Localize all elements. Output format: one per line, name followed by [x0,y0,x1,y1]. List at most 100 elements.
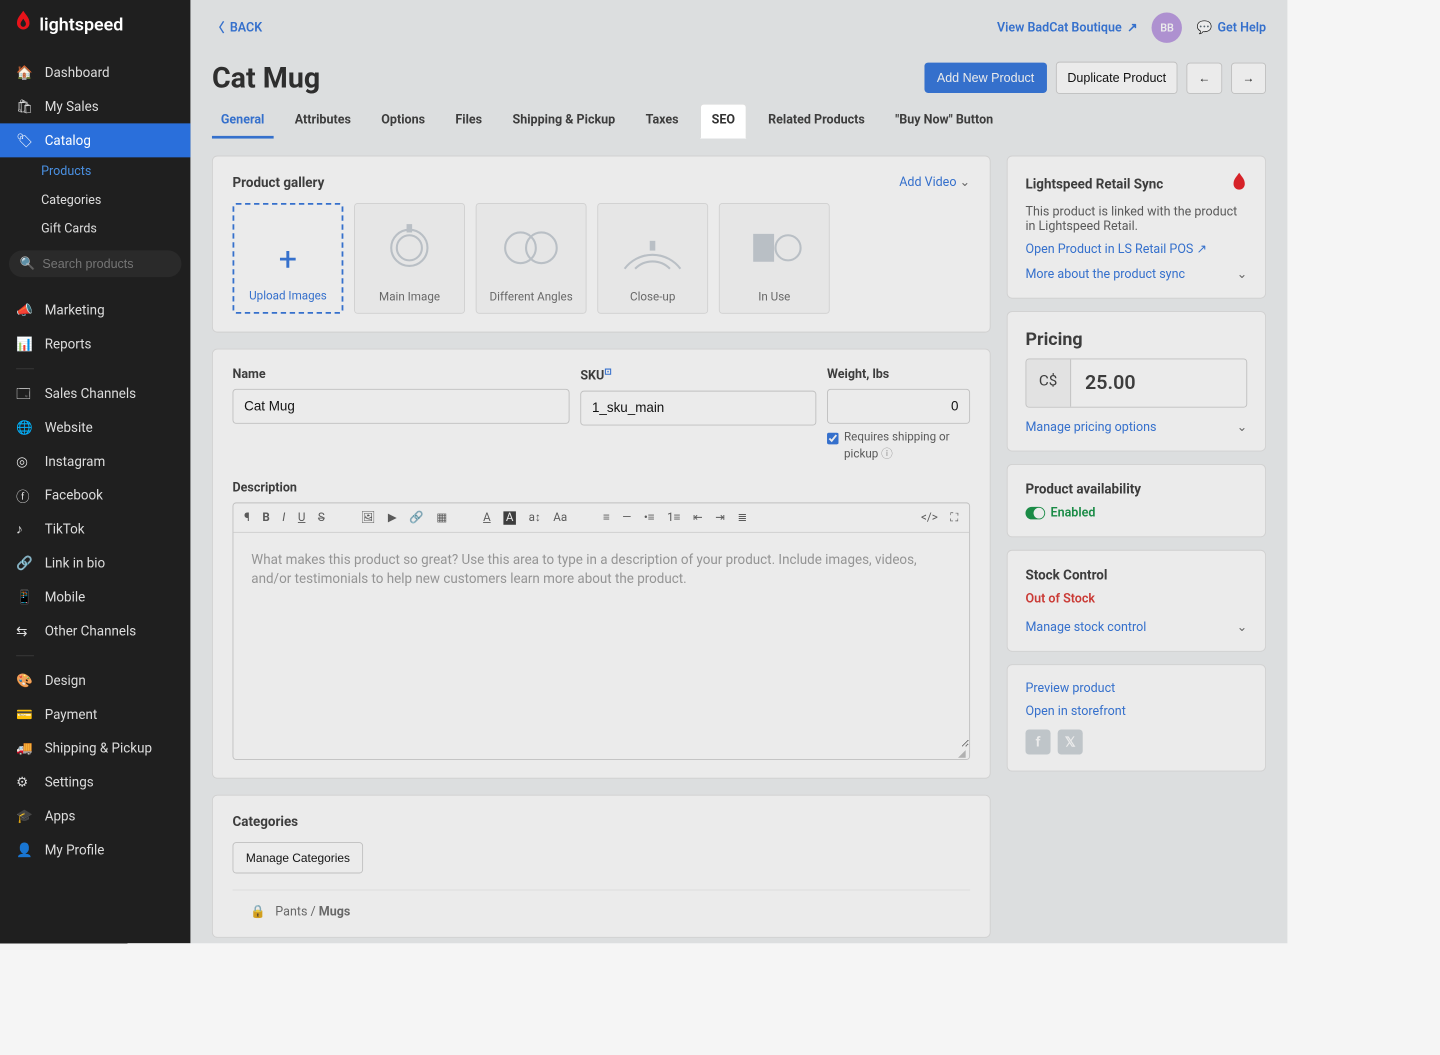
open-ls-retail-link[interactable]: Open Product in LS Retail POS ↗ [1025,242,1247,256]
ol-icon[interactable]: 1≡ [667,510,680,524]
nav-payment[interactable]: 💳Payment [0,697,190,731]
categories-title: Categories [232,814,970,830]
back-link[interactable]: 〈 BACK [212,19,262,37]
tab-taxes[interactable]: Taxes [637,104,688,139]
view-store-link[interactable]: View BadCat Boutique ↗ [997,21,1138,35]
prev-product-button[interactable]: ← [1187,62,1222,93]
more-sync-link[interactable]: More about the product sync [1025,267,1185,281]
nav-facebook[interactable]: ⓕFacebook [0,478,190,512]
tiktok-icon: ♪ [16,521,32,537]
search-box[interactable]: 🔍 [9,250,182,277]
search-input[interactable] [42,257,170,271]
nav-sub-products[interactable]: Products [41,157,190,186]
tabs: General Attributes Options Files Shippin… [212,104,1266,140]
nav-design[interactable]: 🎨Design [0,663,190,697]
user-icon: 👤 [16,842,32,858]
tab-attributes[interactable]: Attributes [286,104,360,139]
nav-marketing[interactable]: 📣Marketing [0,293,190,327]
add-video-link[interactable]: Add Video ⌄ [899,175,970,189]
tab-files[interactable]: Files [446,104,491,139]
tab-buynow[interactable]: "Buy Now" Button [886,104,1002,139]
tab-seo[interactable]: SEO [700,104,747,139]
availability-status[interactable]: Enabled [1025,506,1247,520]
indent-icon[interactable]: ⇥ [715,511,725,524]
outdent-icon[interactable]: ⇤ [693,511,703,524]
underline-icon[interactable]: U [298,511,306,524]
flame-icon [14,11,32,38]
nav-saleschannels[interactable]: 🗔Sales Channels [0,376,190,410]
paragraph-icon[interactable]: ¶ [244,511,250,524]
instagram-icon: ◎ [16,453,32,469]
share-facebook-icon[interactable]: f [1025,730,1050,755]
table-icon[interactable]: ▦ [436,511,447,524]
gallery-placeholder-angles: Different Angles [476,203,587,314]
nav-catalog[interactable]: 🏷Catalog [0,123,190,157]
gear-icon: ⚙ [16,774,32,790]
link-tool-icon[interactable]: 🔗 [409,511,423,524]
truck-icon: 🚚 [16,740,32,756]
nav-mysales[interactable]: 🛍My Sales [0,89,190,123]
duplicate-product-button[interactable]: Duplicate Product [1056,62,1178,94]
nav-settings[interactable]: ⚙Settings [0,765,190,799]
upload-images-tile[interactable]: + Upload Images [232,203,343,314]
nav-reports[interactable]: 📊Reports [0,327,190,361]
align-icon[interactable]: ≡ [603,510,610,524]
preview-product-link[interactable]: Preview product [1025,681,1247,695]
tab-shipping[interactable]: Shipping & Pickup [504,104,625,139]
chevron-down-icon[interactable]: ⌄ [1237,420,1247,434]
gallery-placeholder-inuse: In Use [719,203,830,314]
code-icon[interactable]: </> [921,511,938,524]
product-gallery-panel: Product gallery Add Video ⌄ + Upload Ima… [212,156,991,333]
next-product-button[interactable]: → [1231,62,1266,93]
justify-icon[interactable]: ≣ [737,511,747,524]
editor-body[interactable]: What makes this product so great? Use th… [233,533,969,748]
sku-input[interactable] [580,390,816,425]
gallery-placeholder-closeup: Close-up [597,203,708,314]
manage-stock-link[interactable]: Manage stock control [1025,620,1146,634]
tab-options[interactable]: Options [372,104,434,139]
add-new-product-button[interactable]: Add New Product [924,63,1046,93]
name-input[interactable] [232,389,569,424]
textcolor-icon[interactable]: A [483,511,491,524]
bgcolor-icon[interactable]: A [503,511,516,524]
fullscreen-icon[interactable]: ⛶ [950,511,958,524]
nav-website[interactable]: 🌐Website [0,410,190,444]
tab-related[interactable]: Related Products [759,104,874,139]
requires-shipping-checkbox[interactable] [827,433,839,445]
video-icon[interactable]: ▶ [388,511,397,524]
nav-sub-giftcards[interactable]: Gift Cards [41,215,190,244]
ul-icon[interactable]: •≡ [644,510,655,524]
nav-shipping[interactable]: 🚚Shipping & Pickup [0,731,190,765]
hr-icon[interactable]: — [622,511,631,524]
nav-otherchannels[interactable]: ⇆Other Channels [0,614,190,648]
nav-tiktok[interactable]: ♪TikTok [0,512,190,546]
nav-linkinbio[interactable]: 🔗Link in bio [0,546,190,580]
chevron-down-icon[interactable]: ⌄ [1237,620,1247,634]
weight-input[interactable] [827,389,970,424]
get-help-link[interactable]: 💬 Get Help [1196,21,1265,35]
open-storefront-link[interactable]: Open in storefront [1025,704,1247,718]
tab-general[interactable]: General [212,104,273,139]
manage-pricing-link[interactable]: Manage pricing options [1025,420,1156,434]
avatar[interactable]: BB [1152,13,1182,43]
nav-apps[interactable]: 🎓Apps [0,799,190,833]
image-icon[interactable]: 🖼 [361,511,376,524]
case-icon[interactable]: Aa [553,511,567,524]
bold-icon[interactable]: B [262,511,269,524]
nav-sub-categories[interactable]: Categories [41,186,190,215]
nav-myprofile[interactable]: 👤My Profile [0,833,190,867]
manage-categories-button[interactable]: Manage Categories [232,842,363,873]
nav-dashboard[interactable]: 🏠Dashboard [0,55,190,89]
share-twitter-icon[interactable]: 𝕏 [1058,730,1083,755]
name-field: Name [232,367,569,461]
chevron-down-icon[interactable]: ⌄ [1237,267,1247,281]
price-value[interactable]: 25.00 [1071,359,1247,406]
strike-icon[interactable]: S [318,511,325,524]
toggle-icon[interactable] [1025,507,1045,520]
fontsize-icon[interactable]: a↕ [529,510,541,524]
nav-instagram[interactable]: ◎Instagram [0,444,190,478]
italic-icon[interactable]: I [282,511,285,524]
retail-sync-panel: Lightspeed Retail Sync This product is l… [1007,156,1266,299]
nav-mobile[interactable]: 📱Mobile [0,580,190,614]
resize-handle[interactable]: ◢ [233,747,969,759]
